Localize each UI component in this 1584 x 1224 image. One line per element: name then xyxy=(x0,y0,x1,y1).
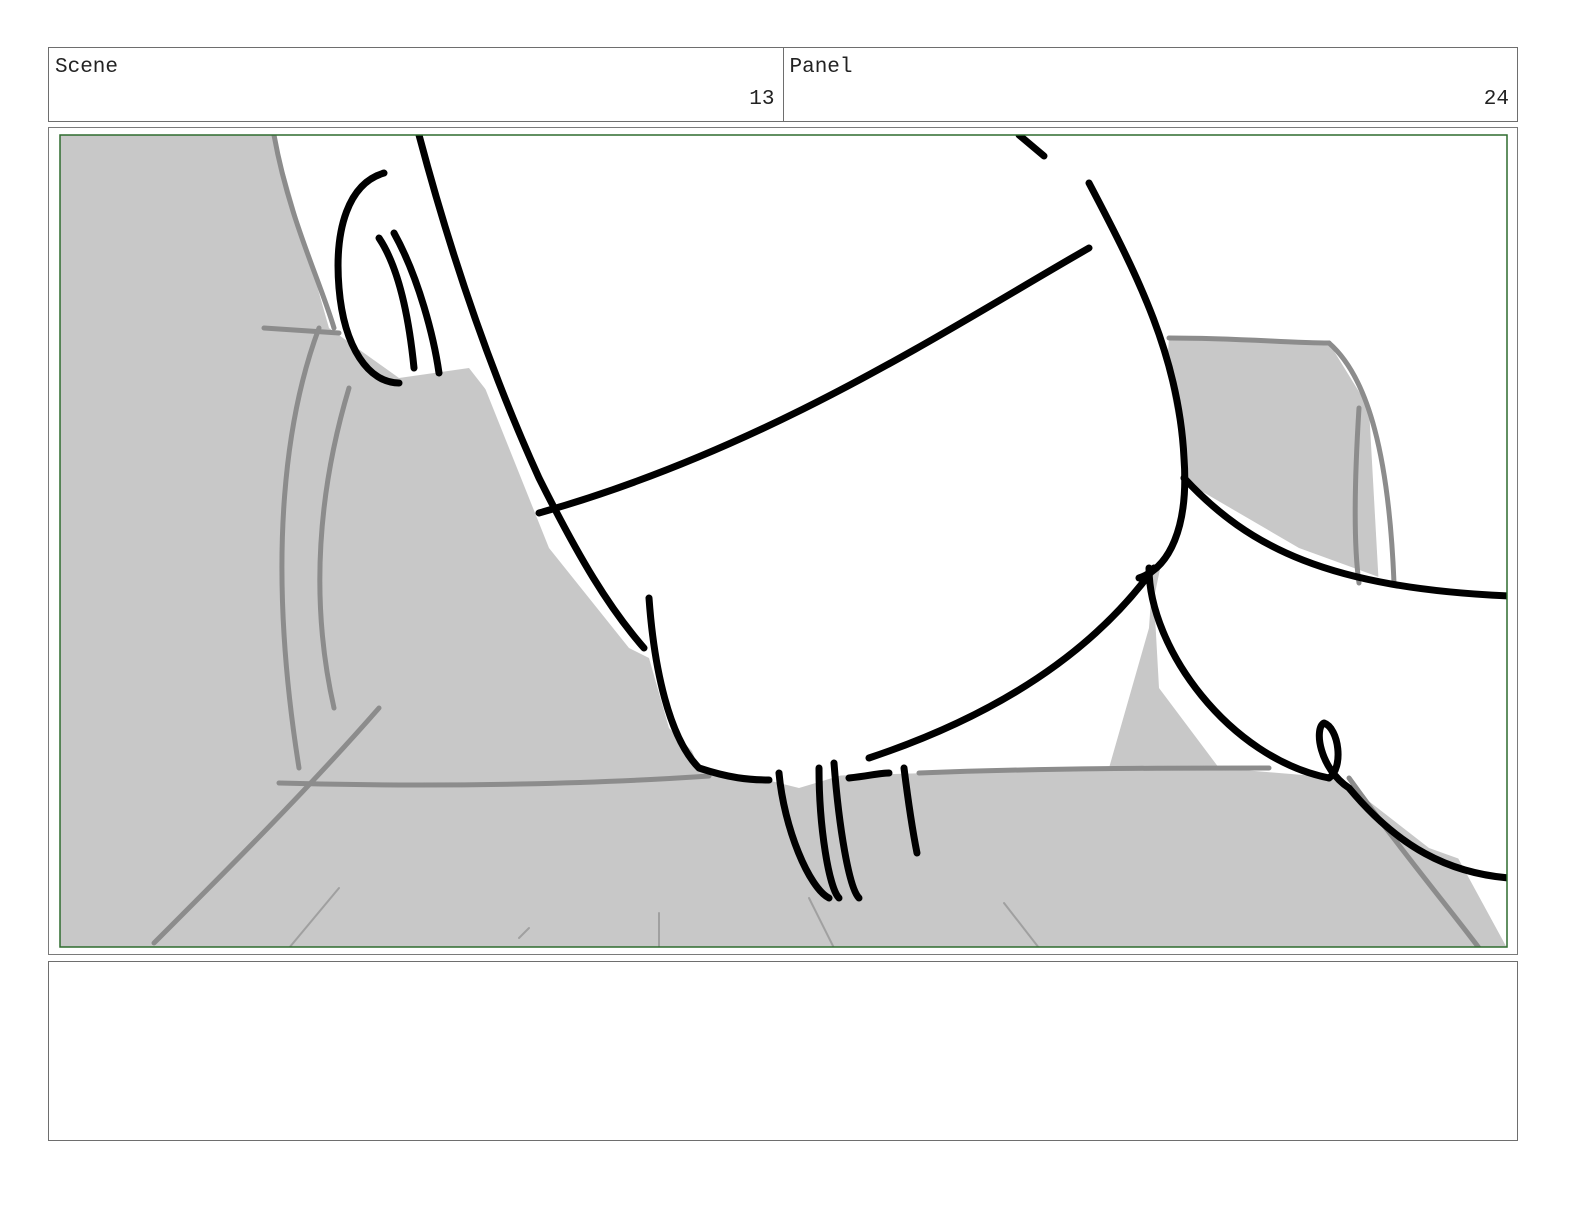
notes-box[interactable] xyxy=(48,961,1518,1141)
panel-header: Scene 13 Panel 24 xyxy=(48,47,1518,122)
storyboard-sketch xyxy=(59,134,1508,948)
storyboard-frame xyxy=(48,127,1518,955)
panel-cell: Panel 24 xyxy=(782,48,1518,121)
panel-number: 24 xyxy=(1483,88,1509,111)
panel-label: Panel xyxy=(789,56,853,79)
scene-label: Scene xyxy=(55,56,119,79)
scene-cell: Scene 13 xyxy=(49,48,783,121)
scene-number: 13 xyxy=(749,88,775,111)
